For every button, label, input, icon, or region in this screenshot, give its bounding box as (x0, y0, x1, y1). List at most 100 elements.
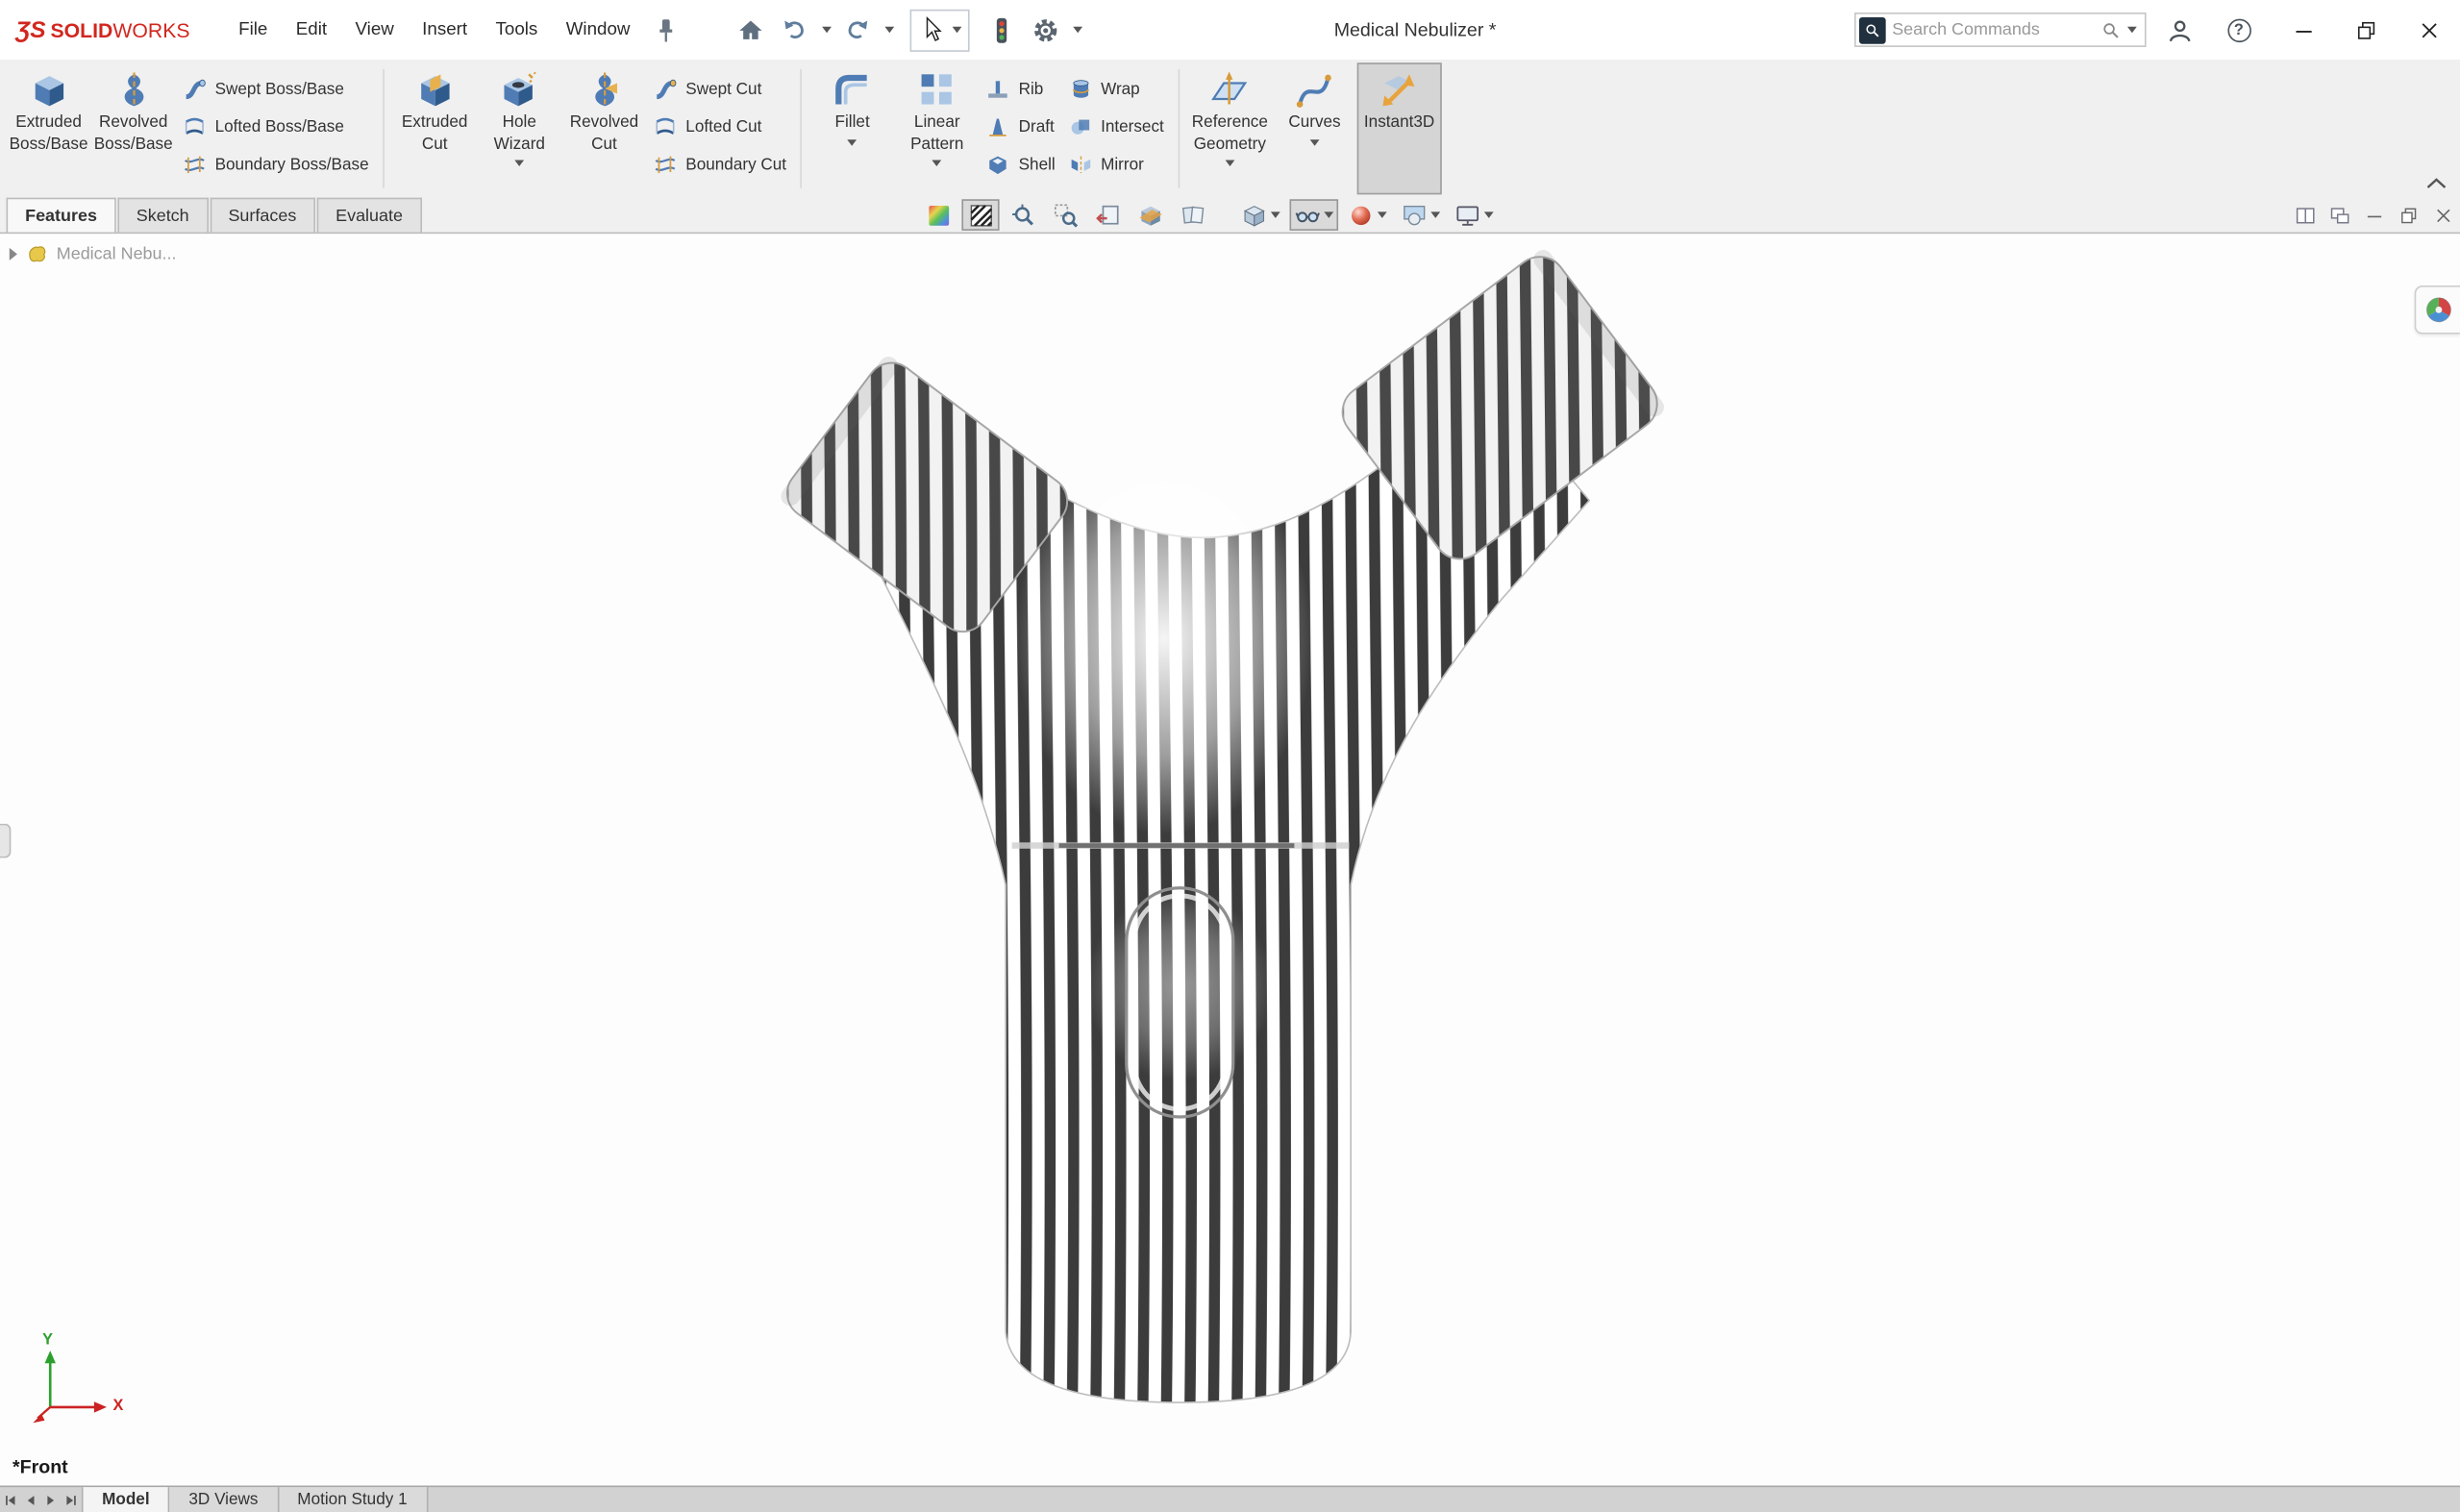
linear-pattern-dropdown-caret[interactable] (932, 160, 942, 166)
instant3d-button[interactable]: Instant3D (1357, 62, 1442, 194)
search-input[interactable] (1892, 20, 2095, 39)
shell-button[interactable]: Shell (985, 151, 1055, 178)
mirror-button[interactable]: Mirror (1068, 151, 1164, 178)
fillet-dropdown-caret[interactable] (848, 138, 857, 145)
boundary-boss-base-button[interactable]: Boundary Boss/Base (182, 151, 368, 178)
hide-show-items-caret[interactable] (1324, 211, 1333, 218)
drawing-views-button[interactable] (1174, 199, 1211, 231)
view-settings-button[interactable] (1450, 199, 1499, 231)
section-view-button[interactable] (1131, 199, 1169, 231)
orientation-sphere-tab[interactable] (2415, 285, 2460, 335)
realview-graphics-button[interactable] (919, 199, 957, 231)
lofted-boss-base-button[interactable]: Lofted Boss/Base (182, 113, 368, 140)
curves-button[interactable]: Curves (1272, 62, 1356, 194)
ribbon-separator (801, 69, 803, 188)
linear-pattern-button[interactable]: Linear Pattern (895, 62, 980, 194)
tab-evaluate[interactable]: Evaluate (317, 198, 422, 233)
menu-insert[interactable]: Insert (408, 15, 481, 43)
select-tool-button[interactable] (909, 9, 969, 51)
button-label: Linear (914, 113, 960, 133)
fillet-icon (832, 69, 874, 112)
search-dropdown-caret[interactable] (2127, 27, 2137, 34)
options-dropdown-caret[interactable] (1073, 27, 1082, 34)
apply-scene-caret[interactable] (1430, 211, 1440, 218)
restore-button[interactable] (2334, 0, 2397, 60)
hole-wizard-dropdown-caret[interactable] (514, 160, 524, 166)
extruded-cut-button[interactable]: Extruded Cut (392, 62, 477, 194)
feature-tree-root[interactable]: Medical Nebu... (10, 241, 177, 264)
menu-file[interactable]: File (224, 15, 282, 43)
undo-dropdown-caret[interactable] (822, 27, 832, 34)
rib-button[interactable]: Rib (985, 75, 1055, 102)
logo-text-works: WORKS (112, 18, 189, 41)
tree-expand-icon[interactable] (10, 247, 17, 260)
menu-window[interactable]: Window (552, 15, 644, 43)
window-split-button[interactable] (2294, 203, 2317, 226)
last-tab-button[interactable] (62, 1487, 82, 1512)
document-minimize-button[interactable] (2363, 203, 2386, 226)
revolved-boss-base-button[interactable]: Revolved Boss/Base (91, 62, 176, 194)
draft-button[interactable]: Draft (985, 113, 1055, 140)
document-restore-button[interactable] (2398, 203, 2421, 226)
previous-view-button[interactable] (1089, 199, 1127, 231)
apply-scene-button[interactable] (1396, 199, 1445, 231)
help-button[interactable]: ? (2219, 10, 2259, 50)
tab-motion-study-1[interactable]: Motion Study 1 (279, 1487, 428, 1512)
lofted-cut-button[interactable]: Lofted Cut (653, 113, 786, 140)
intersect-button[interactable]: Intersect (1068, 113, 1164, 140)
next-tab-button[interactable] (40, 1487, 61, 1512)
tab-features[interactable]: Features (7, 198, 116, 233)
window-popout-button[interactable] (2328, 203, 2351, 226)
prev-tab-button[interactable] (20, 1487, 40, 1512)
first-tab-button[interactable] (0, 1487, 20, 1512)
menu-view[interactable]: View (341, 15, 409, 43)
shell-icon (985, 151, 1010, 176)
home-button[interactable] (733, 11, 770, 48)
redo-button[interactable] (839, 11, 877, 48)
boundary-cut-button[interactable]: Boundary Cut (653, 151, 786, 178)
wrap-button[interactable]: Wrap (1068, 75, 1164, 102)
hole-wizard-button[interactable]: Hole Wizard (477, 62, 561, 194)
edit-appearance-button[interactable] (1343, 199, 1392, 231)
ribbon-collapse-button[interactable] (2425, 177, 2448, 189)
pin-menu-icon[interactable] (647, 11, 684, 48)
swept-boss-base-button[interactable]: Swept Boss/Base (182, 75, 368, 102)
login-button[interactable] (2159, 10, 2199, 50)
tab-3d-views[interactable]: 3D Views (170, 1487, 279, 1512)
options-button[interactable] (1027, 11, 1064, 48)
panel-splitter-handle[interactable] (0, 824, 11, 858)
extruded-boss-base-icon (28, 69, 70, 112)
revolved-cut-button[interactable]: Revolved Cut (561, 62, 646, 194)
menu-edit[interactable]: Edit (282, 15, 341, 43)
menu-tools[interactable]: Tools (482, 15, 552, 43)
fillet-button[interactable]: Fillet (810, 62, 895, 194)
close-button[interactable] (2398, 0, 2460, 60)
document-close-button[interactable] (2432, 203, 2455, 226)
select-dropdown-caret[interactable] (952, 27, 961, 34)
tab-model[interactable]: Model (82, 1487, 170, 1512)
hide-show-items-button[interactable] (1290, 199, 1339, 231)
curves-dropdown-caret[interactable] (1310, 138, 1320, 145)
reference-geometry-dropdown-caret[interactable] (1225, 160, 1234, 166)
traffic-light-icon[interactable] (983, 11, 1021, 48)
view-orientation-caret[interactable] (1271, 211, 1280, 218)
extruded-boss-base-button[interactable]: Extruded Boss/Base (7, 62, 91, 194)
zoom-to-fit-button[interactable] (1004, 199, 1041, 231)
minimize-button[interactable] (2272, 0, 2334, 60)
zebra-stripes-button[interactable] (961, 199, 999, 231)
search-scope-icon[interactable] (1859, 16, 1886, 43)
tab-sketch[interactable]: Sketch (117, 198, 208, 233)
zoom-to-area-button[interactable] (1047, 199, 1084, 231)
view-settings-caret[interactable] (1484, 211, 1494, 218)
edit-appearance-caret[interactable] (1378, 211, 1387, 218)
graphics-area[interactable]: Medical Nebu... Y X *Front (0, 233, 2460, 1486)
swept-cut-button[interactable]: Swept Cut (653, 75, 786, 102)
undo-button[interactable] (776, 11, 813, 48)
tab-surfaces[interactable]: Surfaces (210, 198, 315, 233)
ribbon-separator (383, 69, 385, 188)
swept-cut-icon (653, 76, 678, 101)
reference-geometry-button[interactable]: Reference Geometry (1187, 62, 1272, 194)
search-icon[interactable] (2100, 19, 2121, 39)
redo-dropdown-caret[interactable] (884, 27, 894, 34)
view-orientation-button[interactable] (1236, 199, 1285, 231)
